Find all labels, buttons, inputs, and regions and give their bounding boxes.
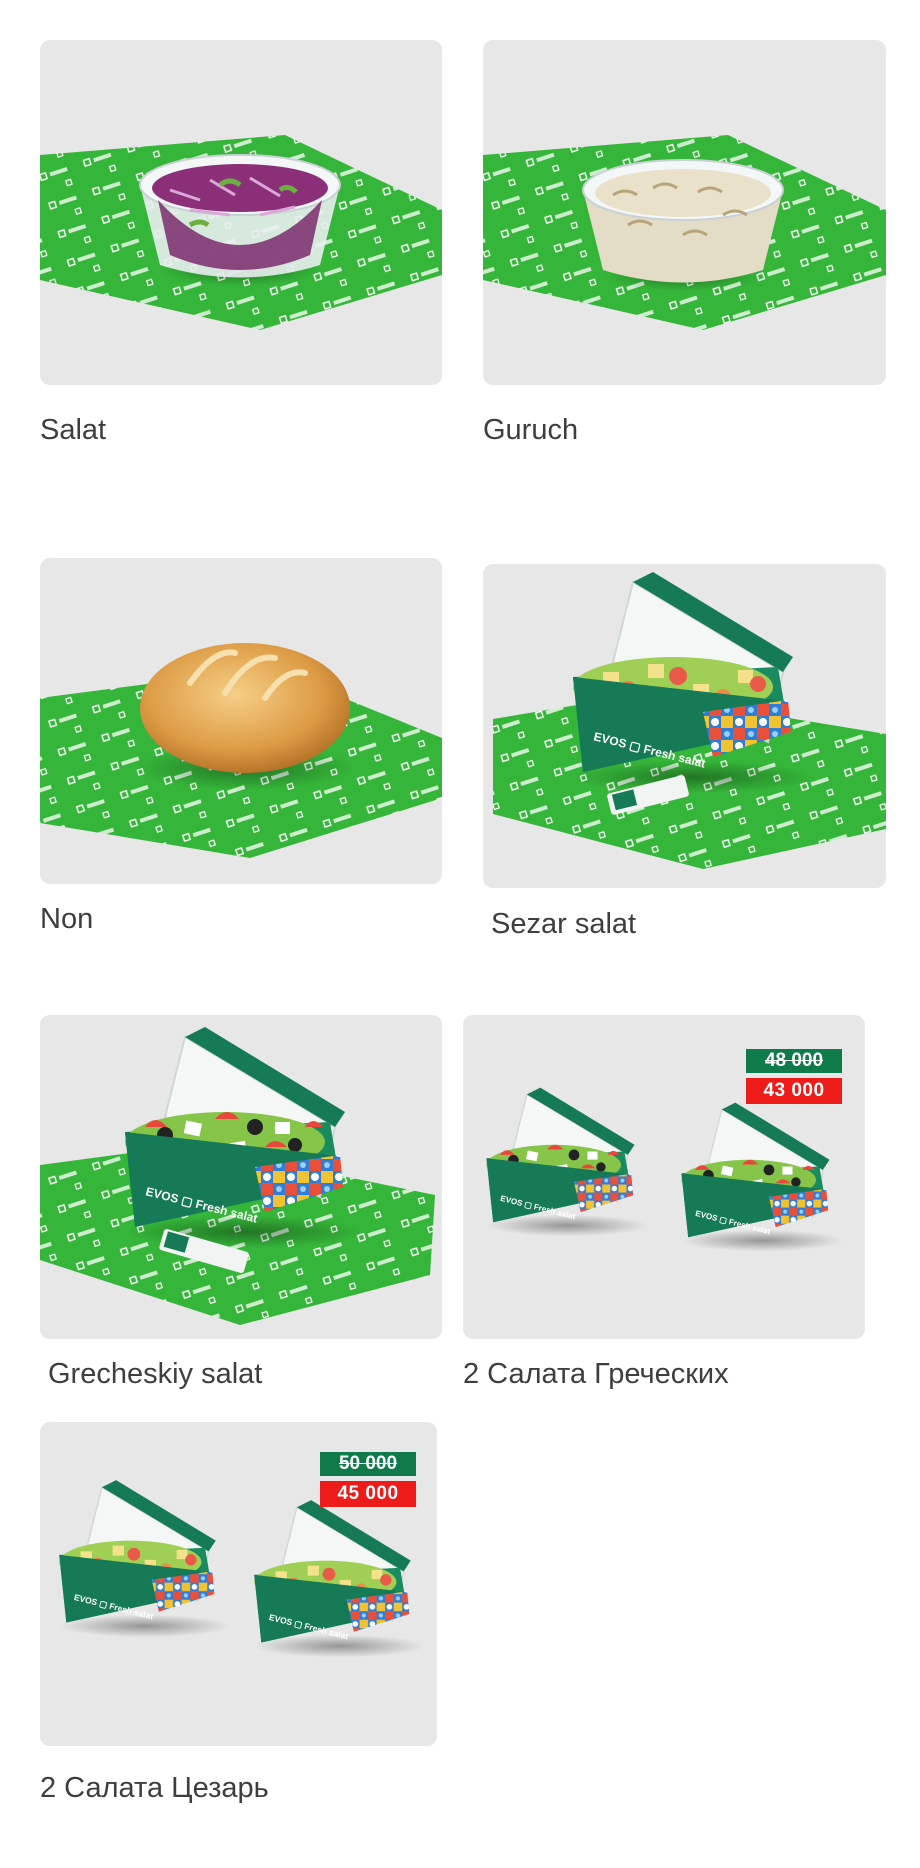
non-image xyxy=(40,643,442,858)
product-card-salat[interactable] xyxy=(40,40,442,385)
product-card-non[interactable] xyxy=(40,558,442,884)
price-tag: 50 000 45 000 xyxy=(320,1452,416,1507)
new-price: 45 000 xyxy=(320,1481,416,1507)
price-tag: 48 000 43 000 xyxy=(746,1049,842,1104)
product-title[interactable]: Non xyxy=(40,903,93,936)
product-card-sezar-salat[interactable] xyxy=(483,564,886,888)
salat-image xyxy=(40,135,442,330)
old-price: 50 000 xyxy=(320,1452,416,1476)
product-title[interactable]: 2 Салата Греческих xyxy=(463,1358,729,1391)
product-card-grecheskiy-salat[interactable] xyxy=(40,1015,442,1339)
guruch-image xyxy=(483,135,886,330)
new-price: 43 000 xyxy=(746,1078,842,1104)
grecheskiy-salat-image xyxy=(40,1027,435,1325)
product-title[interactable]: Guruch xyxy=(483,414,578,447)
product-title[interactable]: Salat xyxy=(40,414,106,447)
product-card-2-caesar-salads[interactable]: 50 000 45 000 xyxy=(40,1422,437,1746)
product-title[interactable]: Sezar salat xyxy=(491,908,636,941)
product-title[interactable]: 2 Салата Цезарь xyxy=(40,1772,269,1805)
product-title[interactable]: Grecheskiy salat xyxy=(48,1358,262,1391)
old-price: 48 000 xyxy=(746,1049,842,1073)
product-card-guruch[interactable] xyxy=(483,40,886,385)
product-card-2-greek-salads[interactable]: 48 000 43 000 xyxy=(463,1015,865,1339)
sezar-salat-image xyxy=(493,572,886,869)
